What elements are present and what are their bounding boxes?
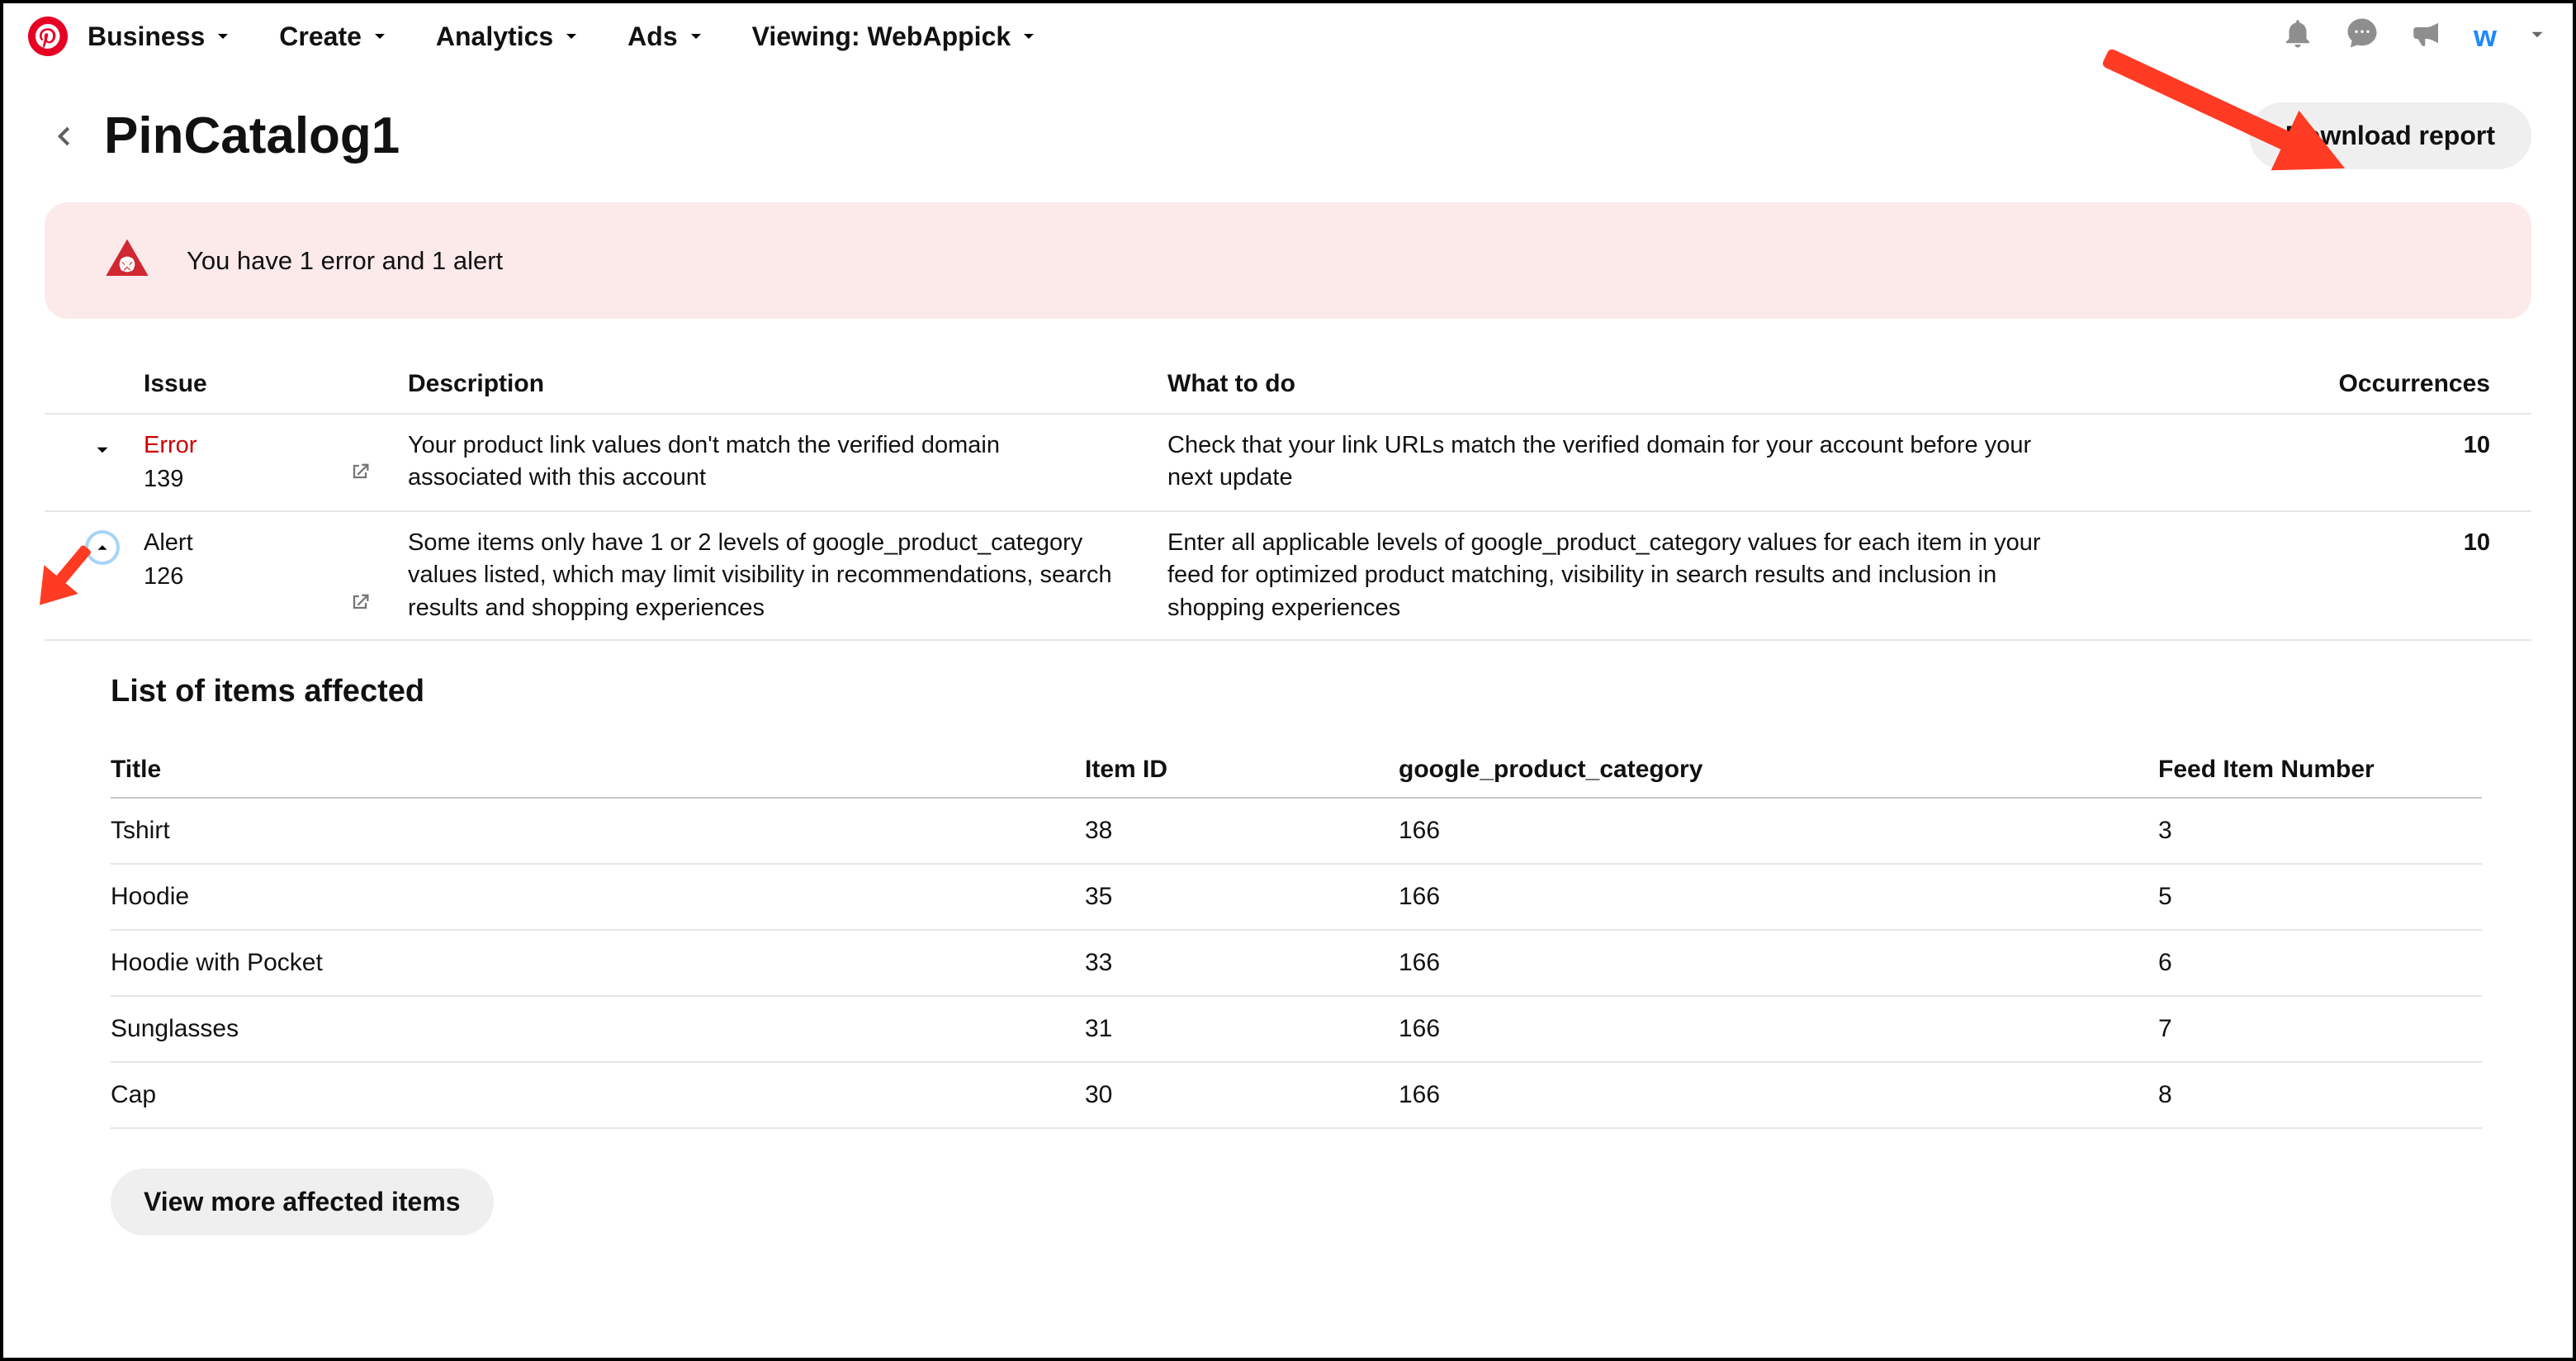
issue-what-to-do: Check that your link URLs match the veri… [1167,429,2059,494]
issue-occurrences: 10 [2059,527,2515,559]
affected-cell-title: Cap [111,1081,1085,1109]
download-report-button[interactable]: Download report [2249,102,2531,169]
megaphone-icon[interactable] [2409,16,2444,57]
nav-label: Create [279,21,362,52]
affected-cell-id: 38 [1085,817,1399,845]
affected-row: Tshirt381663 [111,799,2482,865]
nav-label: Viewing: WebAppick [752,21,1011,52]
issue-what-to-do: Enter all applicable levels of google_pr… [1167,527,2059,624]
affected-cell-cat: 166 [1399,883,2158,911]
affected-cell-cat: 166 [1399,1081,2158,1109]
chevron-down-icon [370,26,390,46]
pinterest-logo[interactable] [28,17,68,56]
affected-row: Sunglasses311667 [111,997,2482,1063]
nav-create[interactable]: Create [279,21,390,52]
svg-text:✕: ✕ [118,254,136,277]
issues-header-row: Issue Description What to do Occurrences [45,355,2531,415]
issue-code: 126 [144,561,408,593]
affected-cell-title: Hoodie [111,883,1085,911]
page-header: PinCatalog1 Download report [45,102,2531,169]
external-link-icon[interactable] [348,460,372,492]
chevron-down-icon [561,26,581,46]
affected-cell-num: 8 [2158,1081,2482,1109]
nav-label: Ads [627,21,677,52]
chevron-down-icon [686,26,706,46]
affected-cell-cat: 166 [1399,1015,2158,1043]
issue-description: Your product link values don't match the… [408,432,1000,491]
view-more-button[interactable]: View more affected items [111,1169,494,1235]
nav-ads[interactable]: Ads [627,21,705,52]
top-nav: Business Create Analytics Ads Viewing: W… [3,3,2573,69]
affected-cell-id: 31 [1085,1015,1399,1043]
affected-cell-cat: 166 [1399,949,2158,977]
affected-items-section: List of items affected Title Item ID goo… [45,641,2531,1235]
warning-icon: ✕ [104,235,150,286]
affected-cell-num: 6 [2158,949,2482,977]
issue-row: Alert 126 Some items only have 1 or 2 le… [45,512,2531,640]
affected-cell-num: 7 [2158,1015,2482,1043]
affected-cell-id: 33 [1085,949,1399,977]
bell-icon[interactable] [2280,16,2315,57]
affected-cell-title: Tshirt [111,817,1085,845]
affected-cell-title: Hoodie with Pocket [111,949,1085,977]
chevron-down-icon [213,26,233,46]
aff-col-num: Feed Item Number [2158,756,2482,784]
back-button[interactable] [45,117,83,155]
error-alert-banner: ✕ You have 1 error and 1 alert [45,202,2531,319]
col-desc-header: Description [408,370,1167,398]
affected-row: Cap301668 [111,1063,2482,1129]
affected-row: Hoodie with Pocket331666 [111,931,2482,997]
affected-title: List of items affected [111,674,2482,709]
page-title: PinCatalog1 [104,107,400,165]
col-what-header: What to do [1167,370,2059,398]
affected-header-row: Title Item ID google_product_category Fe… [111,737,2482,799]
affected-cell-id: 35 [1085,883,1399,911]
issue-row: Error 139 Your product link values don't… [45,415,2531,512]
aff-col-cat: google_product_category [1399,756,2158,784]
account-avatar[interactable]: w [2474,19,2497,54]
nav-analytics[interactable]: Analytics [436,21,581,52]
affected-cell-title: Sunglasses [111,1015,1085,1043]
issue-occurrences: 10 [2059,429,2515,462]
issue-description: Some items only have 1 or 2 levels of go… [408,529,1112,620]
issue-type: Alert [144,527,408,559]
col-issue-header: Issue [144,370,408,398]
nav-business[interactable]: Business [88,21,233,52]
affected-cell-num: 5 [2158,883,2482,911]
expand-toggle[interactable] [61,527,144,565]
chevron-down-icon [1019,26,1039,46]
col-occ-header: Occurrences [2059,370,2515,398]
affected-cell-num: 3 [2158,817,2482,845]
banner-text: You have 1 error and 1 alert [187,246,503,276]
external-link-icon[interactable] [348,590,372,623]
affected-cell-cat: 166 [1399,817,2158,845]
affected-row: Hoodie351665 [111,865,2482,931]
issue-type: Error [144,429,408,462]
aff-col-id: Item ID [1085,756,1399,784]
aff-col-title: Title [111,756,1085,784]
account-chevron[interactable] [2526,21,2548,52]
nav-label: Business [88,21,205,52]
nav-viewing[interactable]: Viewing: WebAppick [752,21,1039,52]
chat-icon[interactable] [2345,16,2379,57]
nav-label: Analytics [436,21,553,52]
expand-toggle[interactable] [61,429,144,467]
affected-cell-id: 30 [1085,1081,1399,1109]
